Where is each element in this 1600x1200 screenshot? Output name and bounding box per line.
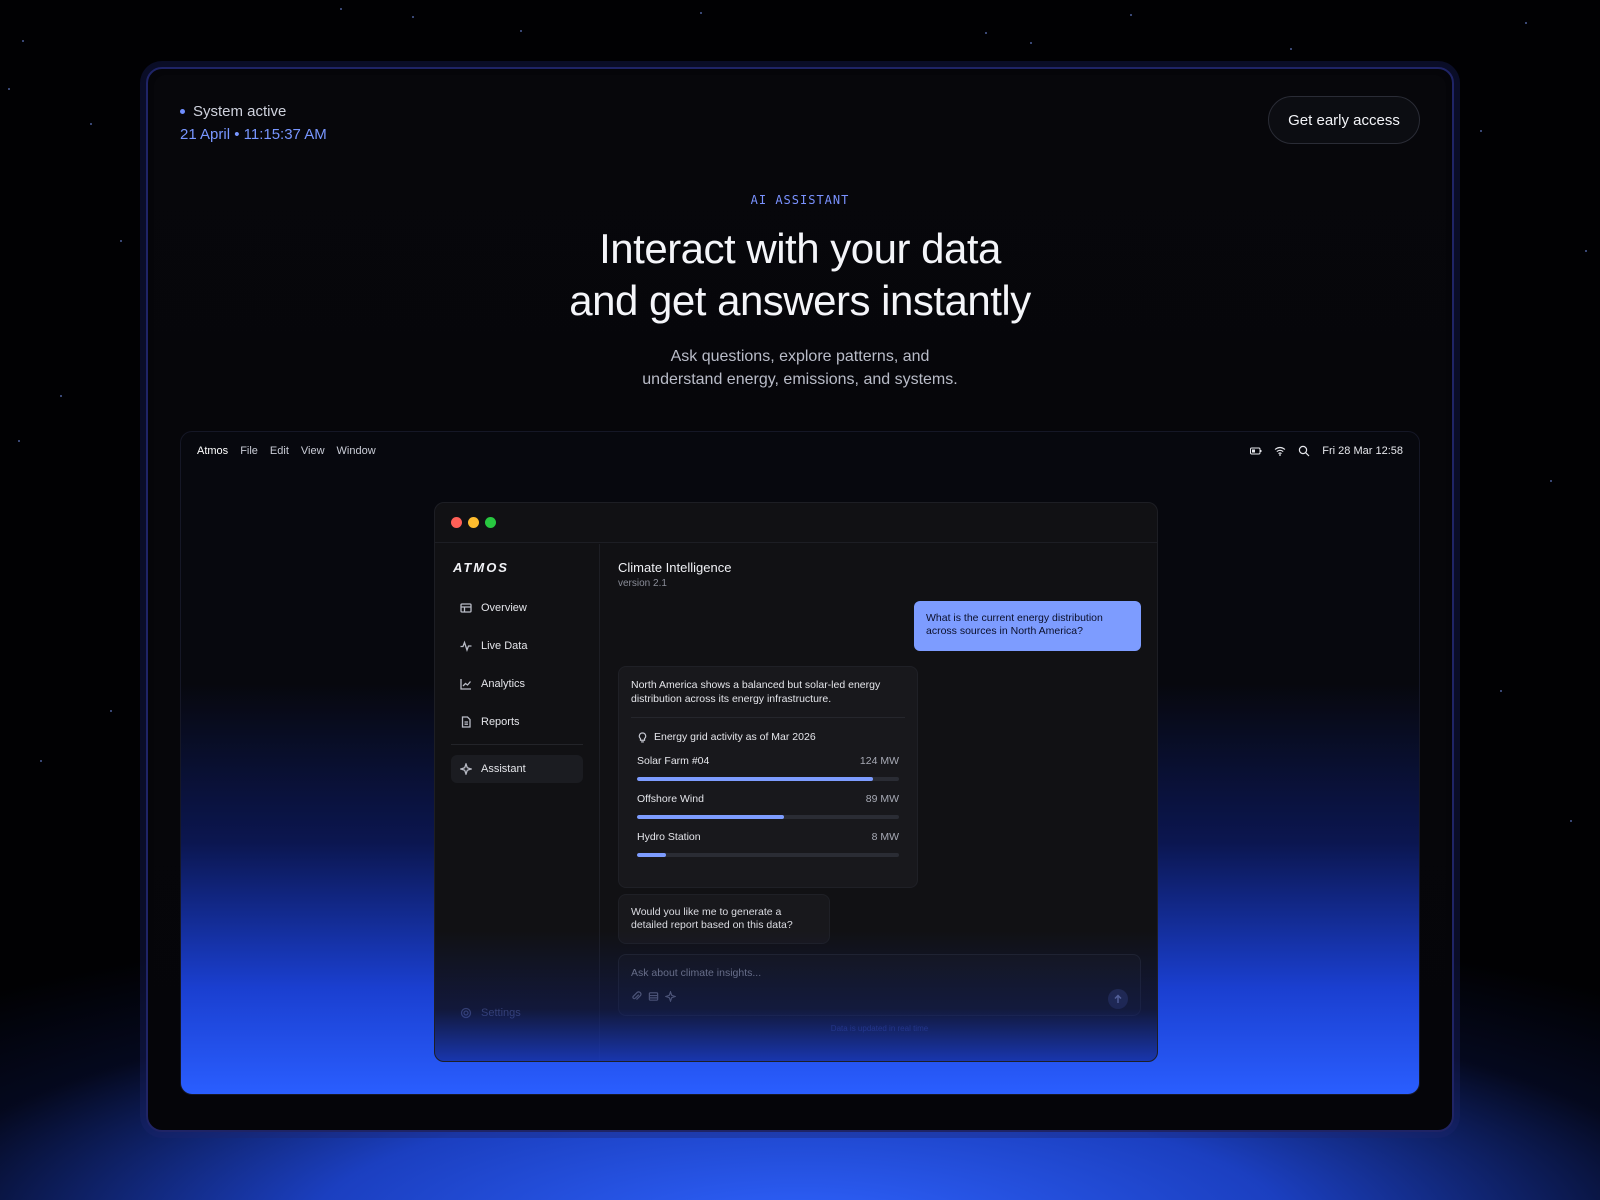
source-bar-track xyxy=(637,815,899,819)
menubar-view[interactable]: View xyxy=(301,445,325,457)
wifi-icon[interactable] xyxy=(1274,445,1286,457)
document-icon xyxy=(461,716,471,728)
menubar-window[interactable]: Window xyxy=(337,445,376,457)
window-minimize-button[interactable] xyxy=(468,517,479,528)
grid-activity-label: Energy grid activity as of Mar 2026 xyxy=(654,731,816,743)
get-early-access-button[interactable]: Get early access xyxy=(1268,96,1420,144)
source-bar-fill xyxy=(637,853,666,857)
window-zoom-button[interactable] xyxy=(485,517,496,528)
battery-icon[interactable] xyxy=(1250,445,1262,457)
gear-icon xyxy=(460,1007,472,1019)
sidebar-item-label: Assistant xyxy=(481,763,526,775)
menubar-clock: Fri 28 Mar 12:58 xyxy=(1322,445,1403,457)
status-dot-icon xyxy=(180,109,185,114)
source-row-wind: Offshore Wind 89 MW xyxy=(631,793,905,819)
paperclip-icon[interactable] xyxy=(631,991,642,1002)
chat-composer[interactable]: Ask about climate insights... xyxy=(618,954,1141,1016)
assistant-response-text: North America shows a balanced but solar… xyxy=(631,679,905,718)
source-row-hydro: Hydro Station 8 MW xyxy=(631,831,905,857)
table-icon xyxy=(460,603,472,613)
status-datetime: 21 April • 11:15:37 AM xyxy=(180,126,327,143)
hero-frame: System active 21 April • 11:15:37 AM Get… xyxy=(146,67,1454,1132)
subtitle-line-1: Ask questions, explore patterns, and xyxy=(670,348,930,365)
table-icon[interactable] xyxy=(648,991,659,1002)
source-value: 89 MW xyxy=(865,793,899,805)
sidebar-item-reports[interactable]: Reports xyxy=(451,708,583,736)
system-status: System active 21 April • 11:15:37 AM xyxy=(180,103,327,143)
os-menubar: Atmos File Edit View Window Fri 28 Mar 1… xyxy=(181,432,1419,470)
send-button[interactable] xyxy=(1108,989,1128,1009)
pulse-icon xyxy=(460,640,472,652)
search-icon[interactable] xyxy=(1298,445,1310,457)
source-name: Hydro Station xyxy=(637,831,701,843)
source-value: 8 MW xyxy=(871,831,899,843)
chart-line-icon xyxy=(460,679,471,690)
headline-line-2: and get answers instantly xyxy=(569,277,1031,324)
source-bar-track xyxy=(637,777,899,781)
hero-subtitle: Ask questions, explore patterns, and und… xyxy=(154,345,1446,391)
sidebar-item-analytics[interactable]: Analytics xyxy=(451,670,583,698)
hero-panel: System active 21 April • 11:15:37 AM Get… xyxy=(154,75,1446,1124)
headline-line-1: Interact with your data xyxy=(599,225,1001,272)
hero-headline: Interact with your data and get answers … xyxy=(154,223,1446,327)
window-close-button[interactable] xyxy=(451,517,462,528)
chat-input[interactable]: Ask about climate insights... xyxy=(631,967,761,979)
sidebar-item-overview[interactable]: Overview xyxy=(451,594,583,622)
menubar-app-name[interactable]: Atmos xyxy=(197,445,228,457)
assistant-followup-bubble: Would you like me to generate a detailed… xyxy=(618,894,830,944)
sidebar-item-settings[interactable]: Settings xyxy=(451,999,583,1027)
sidebar-item-assistant[interactable]: Assistant xyxy=(451,755,583,783)
desktop-mockup: Atmos File Edit View Window Fri 28 Mar 1… xyxy=(180,431,1420,1095)
sidebar-item-label: Reports xyxy=(481,716,520,728)
sidebar-item-label: Analytics xyxy=(481,678,526,690)
sparkle-icon xyxy=(460,763,472,775)
source-bar-track xyxy=(637,853,899,857)
grid-activity-heading: Energy grid activity as of Mar 2026 xyxy=(631,731,905,743)
window-titlebar xyxy=(435,503,1157,543)
lightbulb-icon xyxy=(638,731,647,742)
sidebar-divider xyxy=(451,744,583,745)
section-eyebrow: AI ASSISTANT xyxy=(750,193,850,207)
conversation-version: version 2.1 xyxy=(618,578,667,589)
sidebar-item-label: Overview xyxy=(481,602,527,614)
arrow-up-icon xyxy=(1114,994,1122,1003)
source-row-solar: Solar Farm #04 124 MW xyxy=(631,755,905,781)
subtitle-line-2: understand energy, emissions, and system… xyxy=(642,371,958,388)
source-name: Offshore Wind xyxy=(637,793,704,805)
app-window: ATMOS Overview Live Data Analytics Repor… xyxy=(434,502,1158,1062)
assistant-response-card: North America shows a balanced but solar… xyxy=(618,666,918,888)
sidebar-item-label: Live Data xyxy=(481,640,528,652)
conversation-title: Climate Intelligence xyxy=(618,560,732,575)
source-bar-fill xyxy=(637,777,873,781)
source-bar-fill xyxy=(637,815,784,819)
source-value: 124 MW xyxy=(859,755,899,767)
user-message-bubble: What is the current energy distribution … xyxy=(914,601,1141,651)
app-sidebar: ATMOS Overview Live Data Analytics Repor… xyxy=(435,544,600,1061)
sparkle-icon[interactable] xyxy=(665,991,676,1002)
menubar-file[interactable]: File xyxy=(240,445,258,457)
status-label: System active xyxy=(193,103,287,120)
menubar-edit[interactable]: Edit xyxy=(270,445,289,457)
sidebar-item-live-data[interactable]: Live Data xyxy=(451,632,583,660)
source-name: Solar Farm #04 xyxy=(637,755,710,767)
atmos-logo: ATMOS xyxy=(453,560,509,575)
sidebar-item-label: Settings xyxy=(481,1007,521,1019)
conversation-panel: Climate Intelligence version 2.1 What is… xyxy=(601,544,1157,1061)
realtime-footnote: Data is updated in real time xyxy=(830,1024,929,1033)
